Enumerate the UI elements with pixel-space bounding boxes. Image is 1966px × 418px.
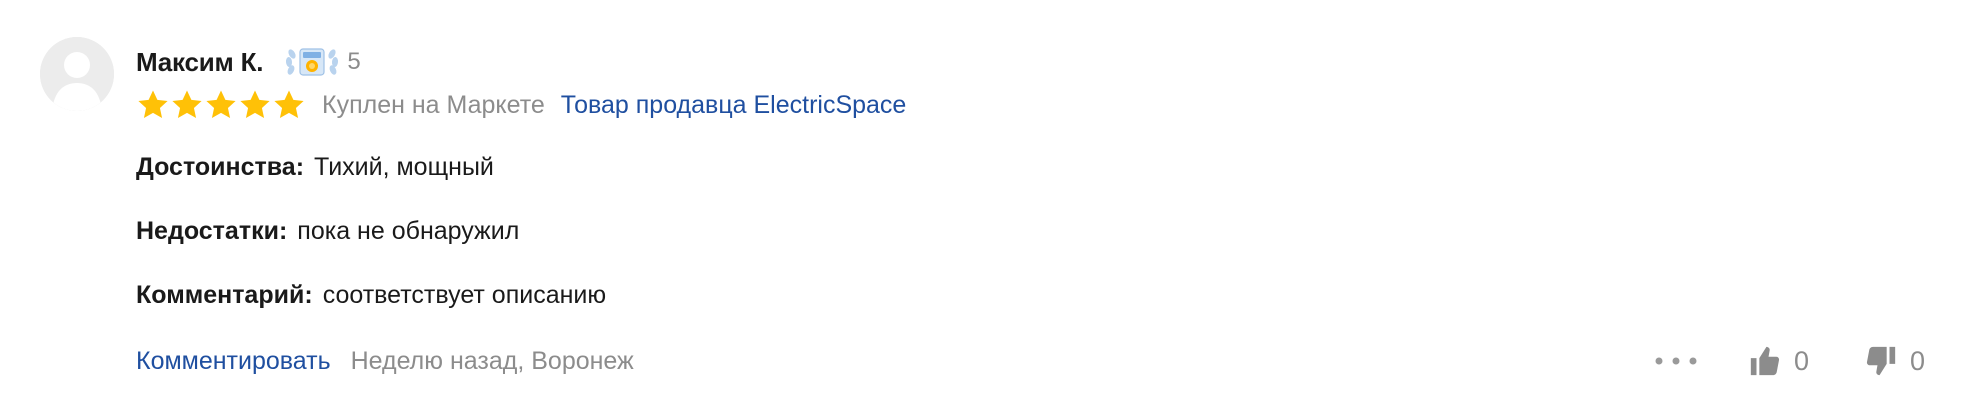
bought-on-market-label: Куплен на Маркете xyxy=(322,90,545,119)
rating-row: Куплен на Маркете Товар продавца Electri… xyxy=(136,87,906,123)
like-count: 0 xyxy=(1794,345,1810,376)
seller-link[interactable]: Товар продавца ElectricSpace xyxy=(561,91,907,120)
comment-field: Комментарий: соответствует описанию xyxy=(136,281,606,310)
avatar[interactable] xyxy=(40,37,114,111)
comment-value: соответствует описанию xyxy=(322,281,607,309)
thumbs-down-icon xyxy=(1864,344,1898,378)
star-icon xyxy=(272,88,306,122)
star-icon xyxy=(136,88,170,122)
cons-field: Недостатки: пока не обнаружил xyxy=(136,217,519,246)
thumbs-up-icon xyxy=(1748,344,1782,378)
more-options-button[interactable] xyxy=(1650,345,1702,377)
star-icon xyxy=(170,88,204,122)
dislike-button[interactable]: 0 xyxy=(1864,340,1925,382)
achievement-laurel-icon[interactable] xyxy=(283,44,341,80)
user-avatar-placeholder-icon xyxy=(40,37,114,111)
star-icon xyxy=(204,88,238,122)
pros-label: Достоинства: xyxy=(136,153,305,181)
rating-stars xyxy=(136,88,306,122)
author-row: Максим К. 5 xyxy=(136,44,361,80)
pros-field: Достоинства: Тихий, мощный xyxy=(136,153,494,182)
like-button[interactable]: 0 xyxy=(1748,340,1809,382)
badge-count: 5 xyxy=(347,48,361,75)
dislike-count: 0 xyxy=(1910,345,1926,376)
comment-label: Комментарий: xyxy=(136,281,313,309)
cons-value: пока не обнаружил xyxy=(297,217,520,245)
more-dots-icon xyxy=(1655,357,1697,365)
review-footer: Комментировать Неделю назад, Воронеж xyxy=(136,341,634,381)
pros-value: Тихий, мощный xyxy=(314,153,494,181)
author-name[interactable]: Максим К. xyxy=(136,47,264,78)
star-icon xyxy=(238,88,272,122)
cons-label: Недостатки: xyxy=(136,217,288,245)
review-card: Максим К. 5 Куплен на Маркете Товар прод… xyxy=(0,0,1966,418)
review-date-location: Неделю назад, Воронеж xyxy=(350,346,634,375)
comment-button[interactable]: Комментировать xyxy=(136,347,331,376)
